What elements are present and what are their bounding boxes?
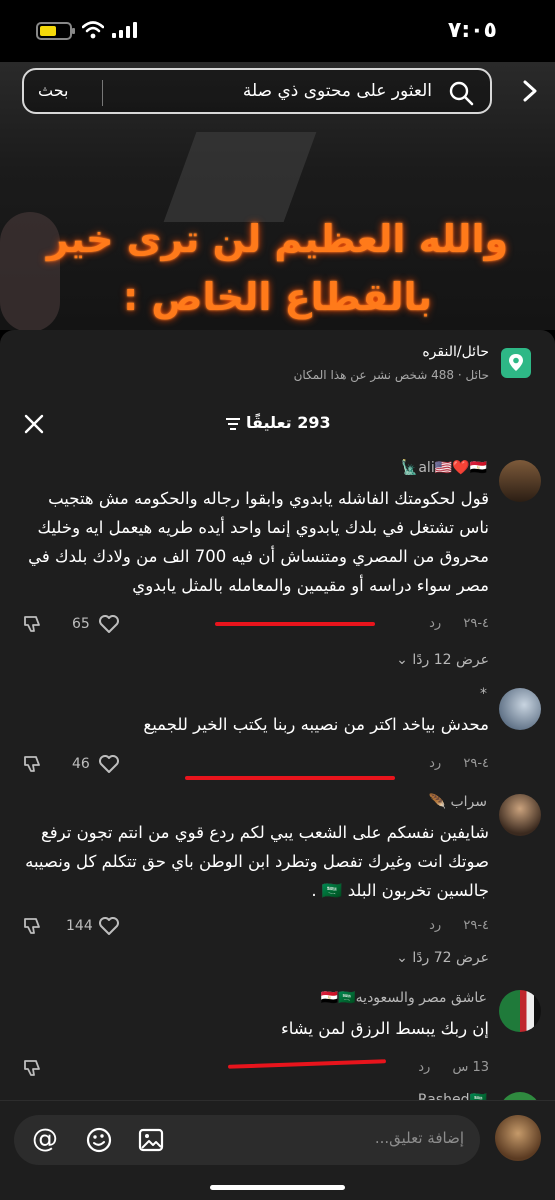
heart-icon[interactable] bbox=[98, 916, 120, 936]
comment-meta: ٤-٢٩ رد bbox=[429, 616, 489, 631]
battery-icon bbox=[36, 22, 75, 40]
comment-date: ٤-٢٩ bbox=[463, 918, 489, 933]
comment-username[interactable]: سراب 🪶 bbox=[429, 794, 487, 810]
chevron-down-icon: ⌄ bbox=[396, 950, 408, 966]
location-subtitle: حائل · 488 شخص نشر عن هذا المكان bbox=[293, 368, 489, 382]
avatar[interactable] bbox=[499, 990, 541, 1032]
video-caption: والله العظيم لن ترى خير بالقطاع الخاص : bbox=[0, 210, 555, 326]
back-chevron-icon[interactable] bbox=[519, 80, 541, 102]
reply-button[interactable]: رد bbox=[418, 1060, 430, 1075]
search-icon bbox=[449, 81, 474, 106]
status-time: ٧:٠٥ bbox=[447, 18, 497, 43]
like-count: 65 bbox=[72, 616, 90, 632]
comment-date: 13 س bbox=[452, 1060, 489, 1075]
location-title: حائل/النقره bbox=[422, 344, 489, 360]
comments-count: 293 تعليقًا bbox=[246, 413, 331, 432]
dislike-icon[interactable] bbox=[22, 1058, 42, 1078]
caption-line-1: والله العظيم لن ترى خير bbox=[46, 217, 509, 261]
comment-input[interactable]: إضافة تعليق... @ bbox=[14, 1115, 480, 1165]
comment-text: شايفين نفسكم على الشعب يبي لكم ردع قوي م… bbox=[25, 823, 489, 900]
map-pin-icon bbox=[501, 348, 531, 378]
comment-text: محدش بياخد اكتر من نصيبه ربنا يكتب الخير… bbox=[143, 715, 489, 734]
annotation-underline bbox=[185, 776, 395, 780]
heart-icon[interactable] bbox=[98, 754, 120, 774]
search-button[interactable]: بحث bbox=[38, 81, 69, 100]
comment-date: ٤-٢٩ bbox=[463, 616, 489, 631]
view-replies-button[interactable]: عرض 72 ردًا ⌄ bbox=[396, 950, 489, 966]
close-icon[interactable] bbox=[24, 414, 44, 434]
comment-date: ٤-٢٩ bbox=[463, 756, 489, 771]
avatar[interactable] bbox=[499, 794, 541, 836]
reply-button[interactable]: رد bbox=[429, 918, 441, 933]
comments-header: 293 تعليقًا bbox=[0, 410, 555, 438]
mention-icon[interactable]: @ bbox=[32, 1124, 58, 1154]
image-icon[interactable] bbox=[138, 1127, 164, 1153]
view-replies-button[interactable]: عرض 12 ردًا ⌄ bbox=[396, 652, 489, 668]
wifi-icon bbox=[82, 21, 104, 39]
like-count: 46 bbox=[72, 756, 90, 772]
caption-line-2: بالقطاع الخاص : bbox=[122, 275, 433, 319]
reply-button[interactable]: رد bbox=[429, 616, 441, 631]
heart-icon[interactable] bbox=[98, 614, 120, 634]
emoji-icon[interactable] bbox=[86, 1127, 112, 1153]
comment-composer: إضافة تعليق... @ bbox=[0, 1100, 555, 1200]
reply-button[interactable]: رد bbox=[429, 756, 441, 771]
comment-username[interactable]: ali🇺🇸❤️🇪🇬🗽 bbox=[401, 460, 487, 476]
comment-meta: 13 س رد bbox=[418, 1060, 489, 1075]
dislike-icon[interactable] bbox=[22, 754, 42, 774]
dislike-icon[interactable] bbox=[22, 916, 42, 936]
home-indicator bbox=[210, 1185, 345, 1190]
search-placeholder: العثور على محتوى ذي صلة bbox=[242, 81, 432, 101]
comment-username[interactable]: عاشق مصر والسعوديه🇪🇬🇸🇦 bbox=[321, 990, 487, 1006]
dislike-icon[interactable] bbox=[22, 614, 42, 634]
comments-sheet: حائل/النقره حائل · 488 شخص نشر عن هذا ال… bbox=[0, 330, 555, 1200]
user-avatar[interactable] bbox=[495, 1115, 541, 1161]
comment-input-placeholder: إضافة تعليق... bbox=[374, 1129, 464, 1147]
like-count: 144 bbox=[66, 918, 93, 934]
signal-icon bbox=[112, 22, 137, 38]
location-row[interactable]: حائل/النقره حائل · 488 شخص نشر عن هذا ال… bbox=[15, 342, 535, 390]
annotation-underline bbox=[215, 622, 375, 626]
comment-username[interactable]: * bbox=[480, 686, 487, 702]
sort-icon[interactable] bbox=[225, 417, 241, 431]
comment-meta: ٤-٢٩ رد bbox=[429, 918, 489, 933]
search-input[interactable]: العثور على محتوى ذي صلة بحث bbox=[22, 68, 492, 114]
status-bar: ٧:٠٥ bbox=[0, 0, 555, 62]
video-player[interactable]: العثور على محتوى ذي صلة بحث والله العظيم… bbox=[0, 62, 555, 330]
avatar[interactable] bbox=[499, 688, 541, 730]
comment-text: إن ربك يبسط الرزق لمن يشاء bbox=[280, 1019, 489, 1038]
comment-meta: ٤-٢٩ رد bbox=[429, 756, 489, 771]
comment-text: قول لحكومتك الفاشله يابدوي وابقوا رجاله … bbox=[28, 489, 489, 595]
avatar[interactable] bbox=[499, 460, 541, 502]
annotation-underline bbox=[227, 1059, 387, 1069]
chevron-down-icon: ⌄ bbox=[396, 652, 408, 668]
